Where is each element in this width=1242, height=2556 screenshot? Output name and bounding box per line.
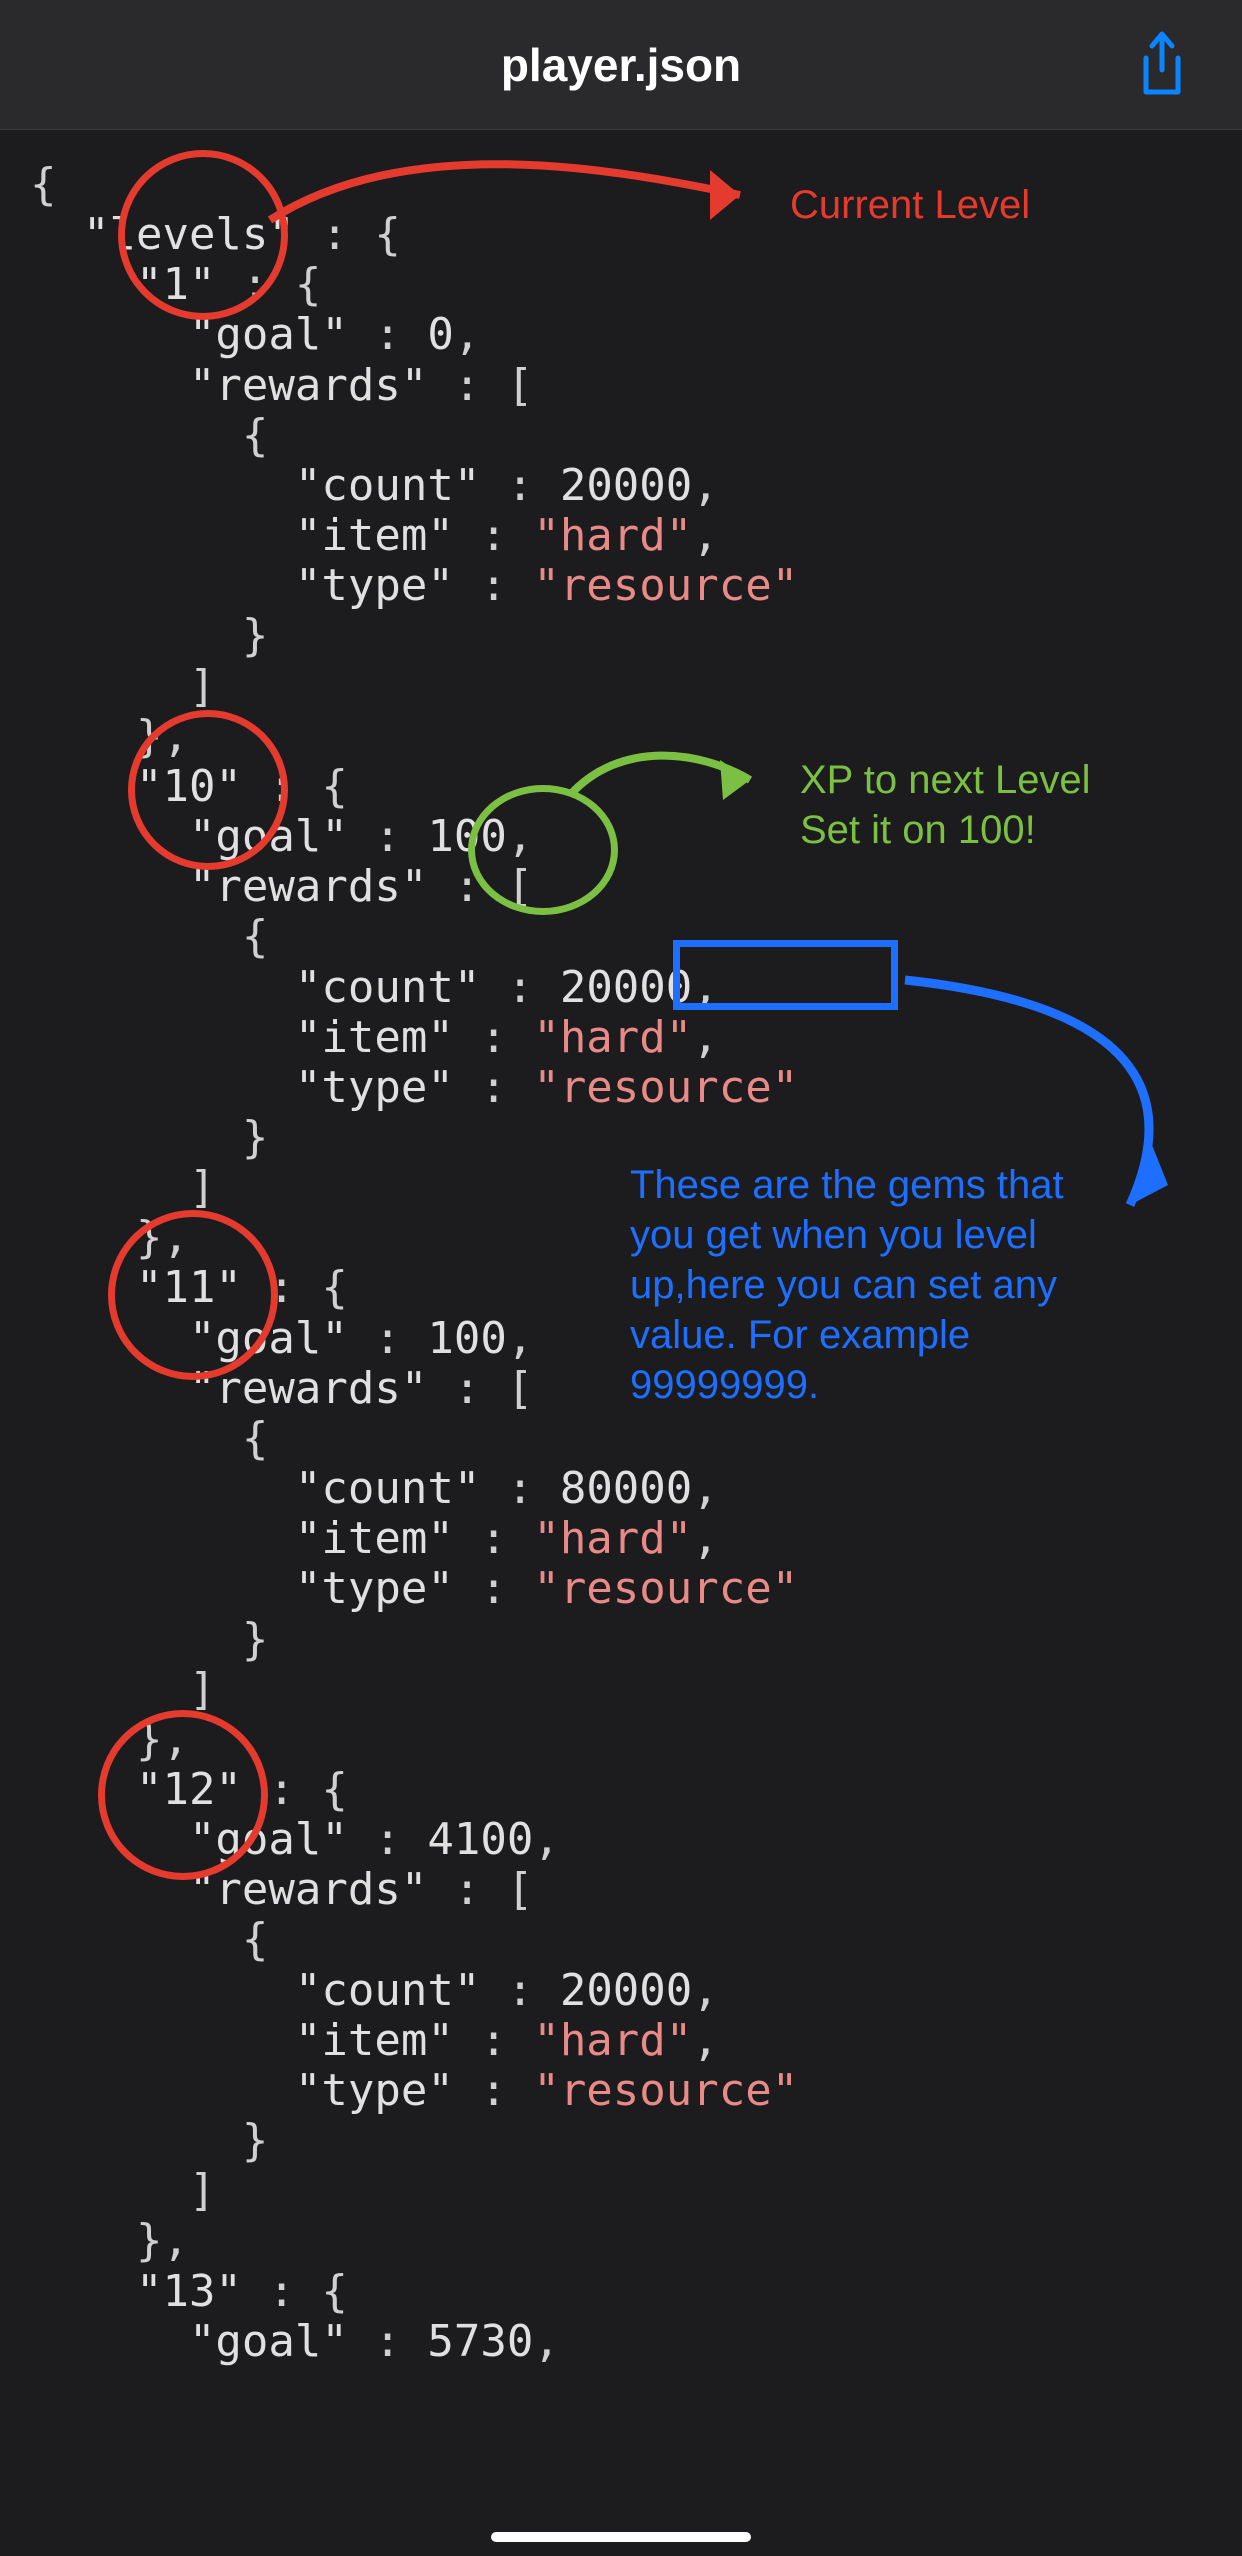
code-line: "type" : "resource": [30, 2066, 1242, 2116]
code-line: "levels" : {: [30, 210, 1242, 260]
code-line: "goal" : 5730,: [30, 2317, 1242, 2367]
code-line: {: [30, 912, 1242, 962]
home-indicator[interactable]: [491, 2532, 751, 2542]
share-icon[interactable]: [1132, 30, 1192, 100]
code-line: "item" : "hard",: [30, 511, 1242, 561]
code-line: "rewards" : [: [30, 862, 1242, 912]
code-line: {: [30, 411, 1242, 461]
code-line: }: [30, 1113, 1242, 1163]
code-line: "count" : 20000,: [30, 461, 1242, 511]
code-line: {: [30, 1915, 1242, 1965]
code-line: {: [30, 160, 1242, 210]
code-line: "count" : 20000,: [30, 963, 1242, 1013]
code-line: "count" : 80000,: [30, 1464, 1242, 1514]
code-line: {: [30, 1414, 1242, 1464]
code-line: }: [30, 611, 1242, 661]
code-line: "goal" : 0,: [30, 310, 1242, 360]
code-line: }: [30, 2116, 1242, 2166]
code-line: "1" : {: [30, 260, 1242, 310]
code-line: "type" : "resource": [30, 1564, 1242, 1614]
code-line: "type" : "resource": [30, 1063, 1242, 1113]
annotation-gems-explainer: These are the gems that you get when you…: [630, 1160, 1170, 1410]
code-line: "12" : {: [30, 1765, 1242, 1815]
code-line: "rewards" : [: [30, 1865, 1242, 1915]
code-line: "rewards" : [: [30, 361, 1242, 411]
code-line: "count" : 20000,: [30, 1966, 1242, 2016]
code-line: },: [30, 1715, 1242, 1765]
code-line: "item" : "hard",: [30, 2016, 1242, 2066]
code-line: ]: [30, 1665, 1242, 1715]
annotation-xp-next-level: XP to next Level Set it on 100!: [800, 755, 1091, 855]
code-line: "item" : "hard",: [30, 1013, 1242, 1063]
code-line: "type" : "resource": [30, 561, 1242, 611]
code-line: "item" : "hard",: [30, 1514, 1242, 1564]
code-line: "goal" : 4100,: [30, 1815, 1242, 1865]
code-line: }: [30, 1615, 1242, 1665]
annotation-current-level: Current Level: [790, 180, 1030, 230]
code-line: ]: [30, 662, 1242, 712]
code-line: ]: [30, 2166, 1242, 2216]
code-line: "13" : {: [30, 2267, 1242, 2317]
code-line: },: [30, 2216, 1242, 2266]
page-title: player.json: [501, 38, 741, 92]
header-bar: player.json: [0, 0, 1242, 130]
